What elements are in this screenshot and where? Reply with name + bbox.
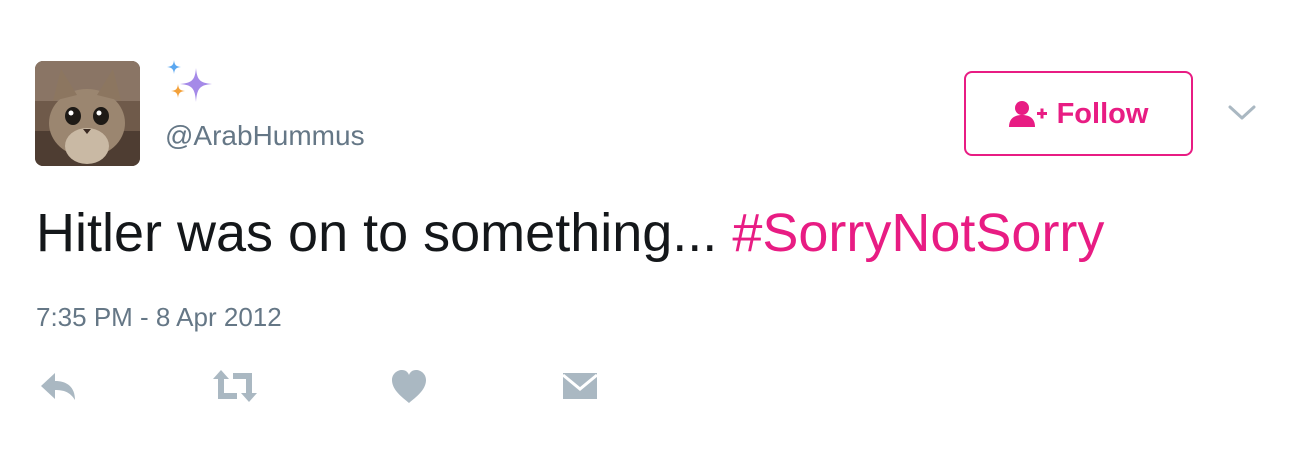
user-handle[interactable]: @ArabHummus <box>165 118 365 154</box>
tweet-card: @ArabHummus Follow Hitler was on to some… <box>0 0 1309 465</box>
cat-avatar-image <box>35 61 140 166</box>
retweet-icon[interactable] <box>211 366 259 406</box>
tweet-body: Hitler was on to something... <box>36 203 733 263</box>
tweet-text: Hitler was on to something... #SorryNotS… <box>36 196 1104 270</box>
tweet-timestamp[interactable]: 7:35 PM - 8 Apr 2012 <box>36 299 282 335</box>
avatar[interactable] <box>35 61 140 166</box>
sparkles-icon <box>166 58 216 108</box>
chevron-down-icon[interactable] <box>1226 100 1258 124</box>
reply-icon[interactable] <box>38 366 78 406</box>
follow-button[interactable]: Follow <box>964 71 1193 156</box>
like-icon[interactable] <box>389 366 429 406</box>
hashtag-link[interactable]: #SorryNotSorry <box>732 203 1104 263</box>
direct-message-icon[interactable] <box>560 366 600 406</box>
follow-button-label: Follow <box>1056 97 1149 130</box>
add-user-icon <box>1008 100 1047 127</box>
